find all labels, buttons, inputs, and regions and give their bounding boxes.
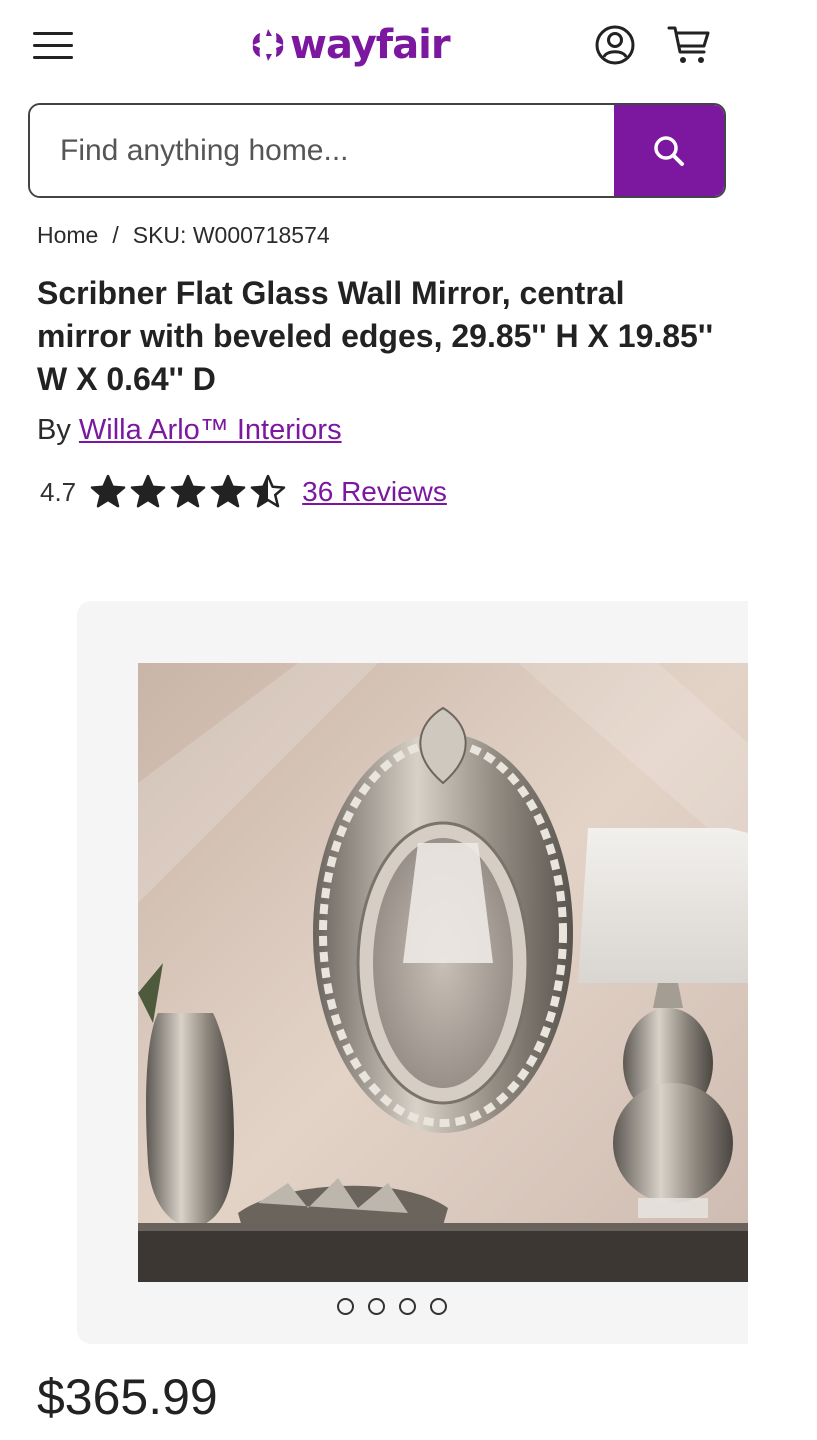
search-bar xyxy=(28,103,726,198)
product-image-carousel[interactable] xyxy=(77,601,748,1344)
account-icon[interactable] xyxy=(594,24,636,66)
product-image[interactable] xyxy=(138,663,748,1282)
star-half-icon xyxy=(250,474,286,508)
product-title: Scribner Flat Glass Wall Mirror, central… xyxy=(37,275,714,397)
carousel-dots xyxy=(337,1298,447,1315)
cart-icon[interactable] xyxy=(666,24,712,66)
carousel-dot[interactable] xyxy=(430,1298,447,1315)
breadcrumb: Home / SKU: W000718574 xyxy=(37,222,330,249)
wayfair-logo-mark-icon xyxy=(252,29,284,61)
star-full-icon xyxy=(210,474,246,508)
carousel-dot[interactable] xyxy=(368,1298,385,1315)
breadcrumb-home-link[interactable]: Home xyxy=(37,222,98,249)
carousel-dot[interactable] xyxy=(399,1298,416,1315)
page: wayfair Home / SKU: W000718574 Scribner … xyxy=(0,0,748,1440)
star-full-icon xyxy=(130,474,166,508)
logo-text: wayfair xyxy=(290,22,451,68)
rating-stars[interactable] xyxy=(90,474,286,510)
star-full-icon xyxy=(170,474,206,508)
carousel-dot[interactable] xyxy=(337,1298,354,1315)
page-gutter xyxy=(748,0,817,1440)
rating-summary: 4.7 36 Reviews xyxy=(40,472,447,512)
by-label: By xyxy=(37,414,71,446)
wayfair-logo[interactable]: wayfair xyxy=(250,18,451,72)
search-button[interactable] xyxy=(614,105,724,196)
breadcrumb-separator: / xyxy=(112,222,119,248)
search-icon xyxy=(654,135,684,166)
site-header: wayfair xyxy=(0,0,748,92)
product-byline: By Willa Arlo™ Interiors xyxy=(37,414,342,447)
breadcrumb-sku: SKU: W000718574 xyxy=(132,222,330,248)
hamburger-menu-icon[interactable] xyxy=(33,30,73,62)
brand-link[interactable]: Willa Arlo™ Interiors xyxy=(79,414,342,446)
reviews-link[interactable]: 36 Reviews xyxy=(302,476,447,508)
search-input[interactable] xyxy=(30,105,614,196)
product-price: $365.99 xyxy=(37,1369,218,1425)
rating-value: 4.7 xyxy=(40,476,77,507)
star-full-icon xyxy=(90,474,126,508)
